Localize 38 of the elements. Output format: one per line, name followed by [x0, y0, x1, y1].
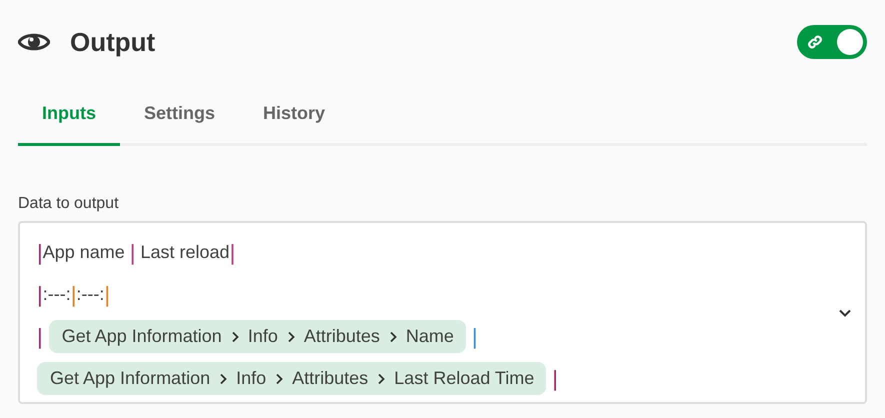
reference-chip[interactable]: Get App Information Info Attributes Last Reload Time [37, 362, 546, 395]
chevron-down-icon[interactable] [838, 308, 852, 318]
reference-chip[interactable]: Get App Information Info Attributes Name [48, 320, 466, 353]
pipe-separator: | [37, 324, 43, 350]
data-input-field[interactable]: |App name | Last reload| |:---:|:---:| | Get App Information Info Attributes Name | Get App Information Info Attributes Last Reload Time | [18, 221, 867, 404]
line-text: Last reload [140, 242, 230, 263]
chip-text: Info [248, 326, 278, 347]
tab[interactable]: History [239, 84, 350, 146]
chevron-right-icon [230, 330, 239, 342]
chip-text: Attributes [292, 368, 368, 389]
pipe-separator: | [130, 240, 136, 266]
line-text: :---: [42, 284, 71, 305]
pipe-separator: | [37, 282, 43, 308]
chevron-right-icon [286, 330, 295, 342]
panel-title: Output [70, 26, 156, 58]
pipe-separator: | [104, 282, 110, 308]
link-toggle[interactable] [797, 25, 867, 59]
link-icon [807, 34, 823, 50]
chip-text: Info [236, 368, 266, 389]
line-text: App name [42, 242, 126, 263]
chevron-right-icon [377, 372, 386, 384]
line-text: :---: [76, 284, 104, 305]
pipe-separator: | [70, 282, 76, 308]
chip-text: Last Reload Time [394, 368, 534, 389]
pipe-separator: | [552, 366, 558, 392]
tab[interactable]: Inputs [18, 84, 120, 146]
chevron-right-icon [388, 330, 397, 342]
pipe-separator: | [472, 324, 478, 350]
tab[interactable]: Settings [120, 84, 240, 146]
chip-text: Get App Information [50, 368, 210, 389]
field-label: Data to output [18, 195, 120, 214]
chevron-right-icon [219, 372, 228, 384]
chip-text: Name [406, 326, 454, 347]
chevron-right-icon [275, 372, 284, 384]
chip-text: Attributes [304, 326, 380, 347]
pipe-separator: | [37, 240, 43, 266]
pipe-separator: | [230, 240, 236, 266]
chip-text: Get App Information [62, 326, 222, 347]
